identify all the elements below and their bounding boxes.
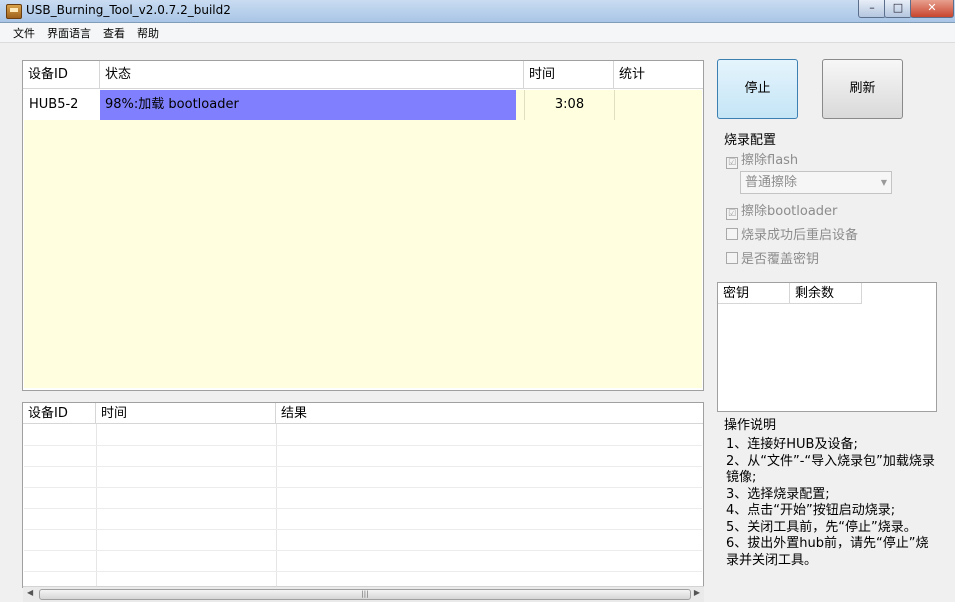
title-bar: USB_Burning_Tool_v2.0.7.2_build2 – □ ✕ xyxy=(0,0,955,23)
log-table: 设备ID 时间 结果 xyxy=(22,402,704,588)
erase-mode-select[interactable]: 普通擦除 ▼ xyxy=(740,171,892,194)
stop-button[interactable]: 停止 xyxy=(717,59,798,119)
menu-bar: 文件 界面语言 查看 帮助 xyxy=(0,23,955,43)
menu-help[interactable]: 帮助 xyxy=(137,25,159,41)
checkbox-checked-icon: ☑ xyxy=(726,157,738,169)
log-col-time[interactable]: 时间 xyxy=(96,403,276,424)
app-icon xyxy=(6,4,22,19)
status-text: 98%:加载 bootloader xyxy=(105,97,239,112)
device-table-body xyxy=(24,90,702,388)
device-id-cell: HUB5-2 xyxy=(24,90,100,120)
log-col-device-id[interactable]: 设备ID xyxy=(23,403,96,424)
key-col-key[interactable]: 密钥 xyxy=(718,283,790,304)
maximize-button[interactable]: □ xyxy=(884,0,912,18)
config-title: 烧录配置 xyxy=(724,133,777,148)
instruction-line: 3、选择烧录配置; xyxy=(726,486,830,502)
key-table: 密钥 剩余数 xyxy=(717,282,937,412)
col-device-id[interactable]: 设备ID xyxy=(23,61,100,89)
checkbox-checked-icon: ☑ xyxy=(726,208,738,220)
chevron-down-icon: ▼ xyxy=(880,178,887,187)
menu-file[interactable]: 文件 xyxy=(13,25,35,41)
col-time[interactable]: 时间 xyxy=(524,61,614,89)
log-gridline xyxy=(24,466,702,467)
stat-cell xyxy=(614,90,702,120)
col-stat[interactable]: 统计 xyxy=(614,61,703,89)
log-divider xyxy=(96,424,97,587)
instruction-line: 6、拔出外置hub前，请先“停止”烧录并关闭工具。 xyxy=(726,536,929,568)
device-table: 设备ID 状态 时间 统计 HUB5-2 98%:加载 bootloader 3… xyxy=(22,60,704,391)
instruction-line: 2、从“文件”-“导入烧录包”加载烧录镜像; xyxy=(726,453,935,486)
log-col-result[interactable]: 结果 xyxy=(276,403,703,424)
instruction-line: 1、连接好HUB及设备; xyxy=(726,437,858,452)
log-gridline xyxy=(24,508,702,509)
window-title: USB_Burning_Tool_v2.0.7.2_build2 xyxy=(26,3,231,17)
erase-bootloader-label: 擦除bootloader xyxy=(741,204,838,219)
erase-flash-checkbox[interactable]: ☑ 擦除flash xyxy=(726,149,798,169)
refresh-button[interactable]: 刷新 xyxy=(822,59,903,119)
col-status[interactable]: 状态 xyxy=(100,61,524,89)
overwrite-key-label: 是否覆盖密钥 xyxy=(741,252,820,267)
menu-language[interactable]: 界面语言 xyxy=(47,25,91,41)
scroll-left-icon[interactable]: ◀ xyxy=(27,588,33,597)
scrollbar-thumb[interactable]: ||| xyxy=(39,589,691,600)
log-gridline xyxy=(24,445,702,446)
scroll-right-icon[interactable]: ▶ xyxy=(694,588,700,597)
erase-bootloader-checkbox[interactable]: ☑ 擦除bootloader xyxy=(726,200,837,220)
close-button[interactable]: ✕ xyxy=(910,0,954,18)
log-divider xyxy=(276,424,277,587)
reboot-after-checkbox[interactable]: 烧录成功后重启设备 xyxy=(726,224,858,243)
overwrite-key-checkbox[interactable]: 是否覆盖密钥 xyxy=(726,248,819,267)
log-gridline xyxy=(24,487,702,488)
instruction-line: 4、点击“开始”按钮启动烧录; xyxy=(726,503,896,518)
erase-mode-value: 普通擦除 xyxy=(745,175,798,190)
checkbox-icon xyxy=(726,252,738,264)
instruction-line: 5、关闭工具前，先“停止”烧录。 xyxy=(726,519,917,535)
log-gridline xyxy=(24,550,702,551)
log-gridline xyxy=(24,529,702,530)
erase-flash-label: 擦除flash xyxy=(741,153,799,168)
minimize-button[interactable]: – xyxy=(858,0,886,18)
time-cell: 3:08 xyxy=(524,90,614,120)
status-cell: 98%:加载 bootloader xyxy=(100,90,524,120)
horizontal-scrollbar[interactable]: ◀ ||| ▶ xyxy=(23,586,704,602)
instructions-title: 操作说明 xyxy=(724,418,777,433)
menu-view[interactable]: 查看 xyxy=(103,25,125,41)
log-gridline xyxy=(24,571,702,572)
key-col-remaining[interactable]: 剩余数 xyxy=(790,283,862,304)
instructions-list: 1、连接好HUB及设备; 2、从“文件”-“导入烧录包”加载烧录镜像; 3、选择… xyxy=(726,437,941,569)
reboot-after-label: 烧录成功后重启设备 xyxy=(741,228,859,243)
checkbox-icon xyxy=(726,228,738,240)
